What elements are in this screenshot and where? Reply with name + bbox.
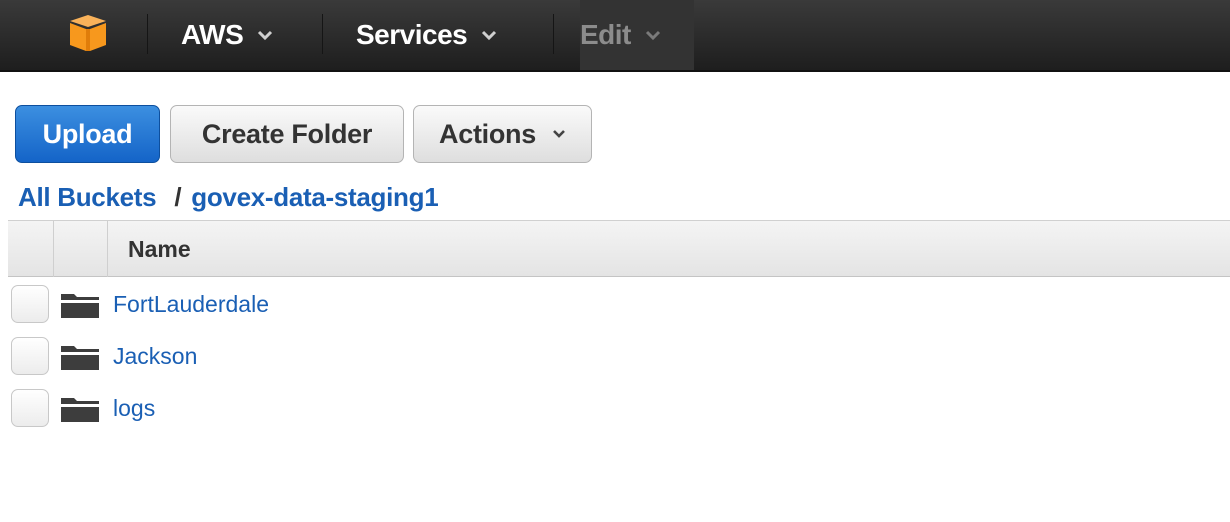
row-checkbox[interactable]	[11, 389, 49, 427]
chevron-down-icon	[258, 30, 273, 41]
folder-name-link[interactable]: logs	[113, 382, 155, 434]
table-row[interactable]: Jackson	[0, 330, 1230, 382]
breadcrumb-separator: /	[174, 181, 182, 212]
folder-icon	[61, 398, 99, 422]
row-checkbox[interactable]	[11, 337, 49, 375]
nav-aws-label: AWS	[181, 19, 244, 50]
create-folder-button[interactable]: Create Folder	[170, 105, 404, 163]
folder-name-link[interactable]: FortLauderdale	[113, 278, 269, 330]
nav-services-menu[interactable]: Services	[356, 0, 497, 70]
folder-icon	[61, 346, 99, 370]
breadcrumb-current-bucket: govex-data-staging1	[191, 181, 439, 212]
row-checkbox[interactable]	[11, 285, 49, 323]
table-row[interactable]: FortLauderdale	[0, 278, 1230, 330]
breadcrumb: All Buckets / govex-data-staging1	[18, 180, 439, 214]
nav-aws-menu[interactable]: AWS	[181, 0, 273, 70]
nav-separator	[553, 14, 554, 54]
chevron-down-icon	[645, 30, 660, 41]
actions-dropdown-button[interactable]: Actions	[413, 105, 592, 163]
breadcrumb-all-buckets[interactable]: All Buckets	[18, 182, 157, 213]
aws-cube-icon[interactable]	[66, 13, 110, 53]
create-folder-button-label: Create Folder	[201, 118, 373, 149]
table-row[interactable]: logs	[0, 382, 1230, 434]
top-nav-bar: AWS Services Edit	[0, 0, 1230, 72]
folder-name-link[interactable]: Jackson	[113, 330, 197, 382]
nav-edit-menu[interactable]: Edit	[580, 0, 694, 70]
header-name-column[interactable]: Name	[128, 221, 191, 277]
actions-button-label: Actions	[439, 118, 536, 149]
table-header: Name	[8, 220, 1230, 277]
upload-button[interactable]: Upload	[15, 105, 160, 163]
nav-separator	[147, 14, 148, 54]
nav-services-label: Services	[356, 19, 468, 50]
nav-separator	[322, 14, 323, 54]
chevron-down-icon	[553, 130, 565, 138]
header-icon-column	[54, 221, 108, 277]
nav-edit-label: Edit	[580, 19, 631, 50]
folder-icon	[61, 294, 99, 318]
chevron-down-icon	[482, 30, 497, 41]
header-select-column	[8, 221, 54, 277]
upload-button-label: Upload	[42, 118, 133, 149]
